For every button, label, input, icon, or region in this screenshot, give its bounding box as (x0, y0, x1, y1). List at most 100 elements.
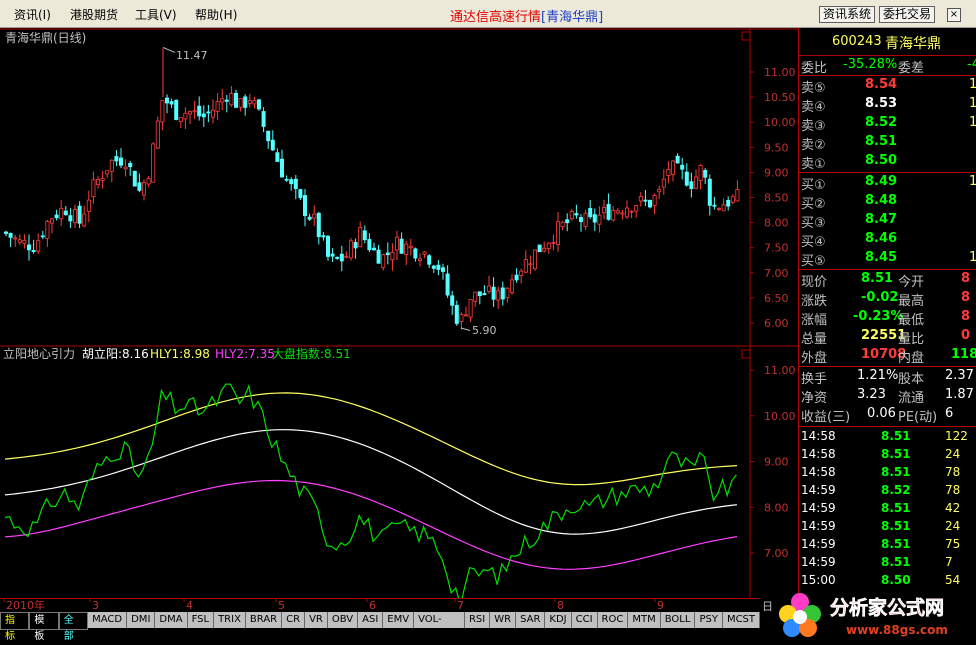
tab-模板[interactable]: 模板 (29, 612, 59, 642)
tab-mcst[interactable]: MCST (722, 612, 761, 628)
hu-line (4, 429, 738, 535)
menu-tools[interactable]: 工具(V) (135, 6, 177, 23)
tab-brar[interactable]: BRAR (245, 612, 283, 628)
tab-vol-tdx[interactable]: VOL-TDX (414, 612, 465, 641)
close-icon[interactable]: × (947, 8, 961, 22)
candle-body (293, 178, 298, 190)
candle-body (132, 170, 137, 187)
candle-body (703, 169, 708, 178)
candle-body (220, 98, 225, 103)
candle-body (730, 196, 735, 203)
menu-help[interactable]: 帮助(H) (195, 6, 237, 23)
tick-time: 14:58 (801, 465, 836, 479)
tab-vr[interactable]: VR (305, 612, 328, 628)
tab-fsl[interactable]: FSL (187, 612, 215, 628)
candle-body (592, 214, 597, 223)
date-label: 6 (369, 599, 376, 612)
candle-body (82, 213, 87, 227)
indicator-tabs: 指标 模板 全部 MACD DMI DMA FSL TRIX BRAR CR VR OBV ASI EMV… (0, 612, 761, 642)
candle-body (463, 314, 468, 317)
watermark-url: www.88gs.com (846, 623, 948, 637)
candle-body (330, 253, 335, 257)
candle-body (164, 97, 169, 104)
tick-volume: 75 (945, 537, 961, 551)
menu-hk-futures[interactable]: 港股期货 (70, 6, 118, 23)
stat-value: 3.23 (857, 387, 886, 402)
buy-price: 8.47 (865, 212, 898, 227)
stat-label: 外盘 (801, 351, 828, 366)
candle-body (73, 209, 78, 224)
sell-row: 卖⑤ 8.54 1 (799, 76, 976, 96)
candle-body (77, 205, 82, 224)
candle-body (381, 254, 386, 268)
tab-sar[interactable]: SAR (516, 612, 546, 628)
info-system-button[interactable]: 资讯系统 (819, 6, 876, 23)
tab-psy[interactable]: PSY (695, 612, 723, 628)
candle-body (606, 204, 611, 220)
maximize-icon[interactable] (741, 31, 751, 41)
kline-chart (4, 46, 740, 332)
candle-body (399, 238, 404, 254)
candle-body (174, 99, 179, 120)
tab-cr[interactable]: CR (282, 612, 306, 628)
tab-macd[interactable]: MACD (88, 612, 128, 628)
low-pointer (460, 327, 471, 332)
candle-body (146, 178, 151, 185)
buy-price: 8.48 (865, 193, 898, 208)
candle-body (482, 293, 487, 296)
tab-wr[interactable]: WR (490, 612, 517, 628)
tab-roc[interactable]: ROC (597, 612, 629, 628)
kline-y-tick-label: 7.50 (764, 242, 789, 255)
candle-body (579, 217, 584, 222)
tab-指标[interactable]: 指标 (0, 612, 30, 642)
ind-y-tick-label: 9.00 (764, 456, 789, 469)
tab-rsi[interactable]: RSI (464, 612, 491, 628)
tab-cci[interactable]: CCI (571, 612, 598, 628)
candle-body (137, 182, 142, 191)
candle-body (422, 251, 427, 255)
candle-body (36, 240, 41, 252)
candle-body (620, 212, 625, 215)
tab-emv[interactable]: EMV (383, 612, 415, 628)
date-label: 8 (557, 599, 564, 612)
tick-time: 14:59 (801, 537, 836, 551)
trade-button[interactable]: 委托交易 (879, 6, 936, 23)
candle-body (431, 265, 436, 269)
stat-value-2: 0 (961, 328, 971, 343)
candle-body (376, 249, 381, 264)
candle-body (91, 179, 96, 197)
menu-info[interactable]: 资讯(I) (14, 6, 51, 23)
candle-body (316, 212, 321, 238)
candle-body (371, 247, 376, 251)
candle-body (408, 245, 413, 249)
tick-price: 8.51 (881, 537, 911, 551)
tab-obv[interactable]: OBV (327, 612, 359, 628)
candle-body (569, 211, 574, 220)
tab-kdj[interactable]: KDJ (545, 612, 572, 628)
candle-body (183, 112, 188, 120)
tab-boll[interactable]: BOLL (660, 612, 696, 628)
tab-mtm[interactable]: MTM (628, 612, 661, 628)
tick-time: 14:58 (801, 429, 836, 443)
tab-asi[interactable]: ASI (358, 612, 384, 628)
candle-body (321, 235, 326, 238)
tab-trix[interactable]: TRIX (214, 612, 246, 628)
chart-area[interactable]: 11.00 10.50 10.00 9.50 9.00 8.50 8.00 7.50 7.00 6… (0, 28, 798, 598)
buy-price: 8.45 (865, 250, 898, 265)
candle-body (270, 139, 275, 151)
tab-全部[interactable]: 全部 (58, 612, 89, 642)
maximize-icon-2[interactable] (741, 349, 751, 359)
candle-body (233, 92, 238, 108)
candle-body (96, 179, 101, 186)
stat-value-2: 8 (961, 309, 971, 324)
candle-body (583, 212, 588, 227)
stat-value-2: 6 (945, 406, 954, 421)
candle-body (390, 252, 395, 261)
stat-label-2: 内盘 (898, 351, 925, 366)
tab-dma[interactable]: DMA (155, 612, 188, 628)
candle-body (197, 105, 202, 117)
tab-dmi[interactable]: DMI (127, 612, 156, 628)
tick-price: 8.51 (881, 465, 911, 479)
candle-body (533, 249, 538, 270)
candle-body (698, 164, 703, 181)
